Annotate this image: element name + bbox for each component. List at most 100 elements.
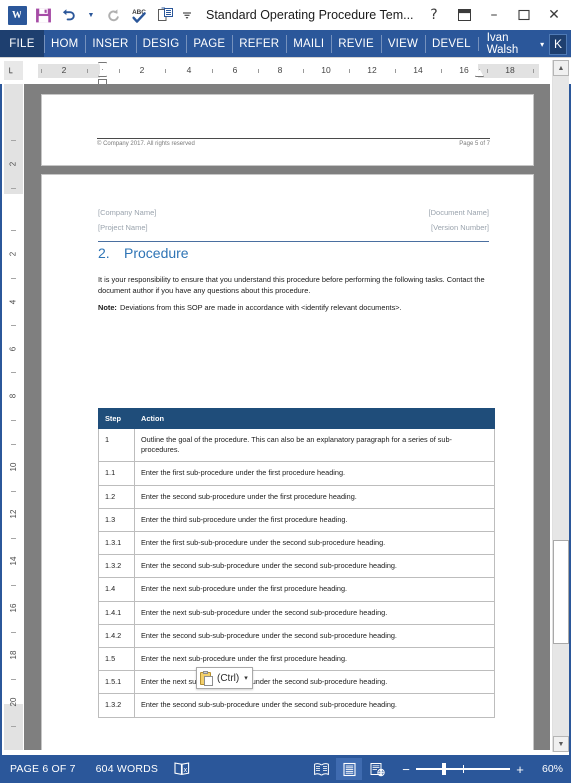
table-row[interactable]: 1.5.1 Enter the next sub-sub-procedure u… — [98, 670, 495, 695]
print-layout-view-button[interactable] — [336, 758, 362, 780]
procedure-table[interactable]: Step Action 1 Outline the goal of the pr… — [98, 408, 495, 718]
table-row[interactable]: 1.3.2 Enter the second sub-sub-procedure… — [98, 554, 495, 579]
zoom-slider[interactable] — [416, 762, 510, 776]
table-row[interactable]: 1.5 Enter the next sub-procedure under t… — [98, 647, 495, 672]
document-canvas[interactable]: © Company 2017. All rights reserved Page… — [24, 84, 550, 750]
cell-action[interactable]: Enter the second sub-procedure under the… — [134, 484, 495, 509]
table-row[interactable]: 1.2 Enter the second sub-procedure under… — [98, 484, 495, 509]
tab-design[interactable]: DESIG — [135, 30, 187, 58]
word-application-window: W ▼ ABC Standard Operating Procedure Tem… — [0, 0, 571, 783]
heading-number: 2. — [98, 245, 110, 261]
scroll-up-icon[interactable]: ▲ — [553, 60, 569, 76]
print-preview-icon[interactable] — [152, 2, 178, 28]
table-row[interactable]: 1.4.2 Enter the second sub-sub-procedure… — [98, 623, 495, 649]
avatar[interactable]: K — [549, 33, 567, 55]
undo-icon[interactable] — [56, 2, 82, 28]
table-row[interactable]: 1.1 Enter the first sub-procedure under … — [98, 461, 495, 486]
cell-action[interactable]: Enter the third sub-procedure under the … — [134, 507, 495, 533]
scroll-down-icon[interactable]: ▼ — [553, 736, 569, 752]
word-count[interactable]: 604 WORDS — [86, 763, 168, 775]
cell-step[interactable]: 1.3.1 — [98, 531, 135, 556]
tab-mailings[interactable]: MAILI — [286, 30, 331, 58]
cell-action[interactable]: Enter the first sub-sub-procedure under … — [134, 531, 495, 556]
cell-step[interactable]: 1.4 — [98, 577, 135, 602]
tab-view[interactable]: VIEW — [380, 30, 425, 58]
account-name[interactable]: Ivan Walsh — [477, 32, 538, 56]
svg-text:x: x — [184, 767, 188, 774]
zoom-percent[interactable]: 60% — [535, 763, 563, 775]
ruler-number: 14 — [413, 65, 423, 75]
table-row[interactable]: 1.4 Enter the next sub-procedure under t… — [98, 577, 495, 602]
cell-step[interactable]: 1 — [98, 427, 135, 463]
scroll-thumb[interactable] — [553, 540, 569, 644]
cell-action[interactable]: Enter the next sub-procedure under the f… — [134, 647, 495, 672]
cell-action[interactable]: Enter the first sub-procedure under the … — [134, 461, 495, 486]
horizontal-ruler[interactable]: 2 2 4 6 8 10 12 14 16 18 — [38, 62, 539, 86]
cell-step[interactable]: 1.3.2 — [98, 554, 135, 579]
tab-file[interactable]: FILE — [0, 30, 44, 58]
table-row[interactable]: 1.3.1 Enter the first sub-sub-procedure … — [98, 531, 495, 556]
table-row[interactable]: 1.4.1 Enter the next sub-sub-procedure u… — [98, 600, 495, 625]
scroll-track-lower[interactable] — [553, 644, 569, 736]
document-page-previous[interactable]: © Company 2017. All rights reserved Page… — [41, 94, 534, 166]
cell-action[interactable]: Enter the next sub-sub-procedure under t… — [134, 600, 495, 625]
undo-dropdown-icon[interactable]: ▼ — [82, 2, 100, 28]
table-row[interactable]: 1.3 Enter the third sub-procedure under … — [98, 507, 495, 533]
cell-step[interactable]: 1.3.2 — [98, 693, 135, 718]
table-header-row: Step Action — [98, 408, 495, 429]
cell-step[interactable]: 1.4.2 — [98, 623, 135, 649]
vruler-number: 8 — [8, 393, 18, 399]
tab-review[interactable]: REVIE — [331, 30, 381, 58]
read-mode-view-button[interactable] — [308, 758, 334, 780]
cell-action[interactable]: Enter the next sub-procedure under the f… — [134, 577, 495, 602]
cell-action[interactable]: Enter the second sub-sub-procedure under… — [134, 623, 495, 649]
cell-step[interactable]: 1.1 — [98, 461, 135, 486]
zoom-control[interactable]: − + 60% — [399, 762, 563, 777]
paste-options-button[interactable]: (Ctrl) ▾ — [196, 667, 253, 689]
maximize-restore-button[interactable] — [509, 1, 539, 29]
cell-action[interactable]: Enter the second sub-sub-procedure under… — [134, 554, 495, 579]
web-layout-view-button[interactable] — [364, 758, 390, 780]
cell-action[interactable]: Enter the next sub-sub-procedure under t… — [134, 670, 495, 695]
tab-home[interactable]: HOM — [43, 30, 85, 58]
tab-page-layout[interactable]: PAGE — [186, 30, 232, 58]
cell-action[interactable]: Enter the second sub-sub-procedure under… — [134, 693, 495, 718]
customize-qat-icon[interactable] — [178, 2, 196, 28]
save-icon[interactable] — [30, 2, 56, 28]
ribbon-display-options-button[interactable] — [449, 1, 479, 29]
zoom-in-button[interactable]: + — [513, 762, 527, 777]
zoom-slider-thumb[interactable] — [442, 763, 446, 775]
help-button[interactable]: ? — [419, 1, 449, 29]
cell-step[interactable]: 1.5 — [98, 647, 135, 672]
chevron-down-icon[interactable]: ▾ — [244, 674, 248, 682]
vertical-scrollbar[interactable]: ▲ ▼ — [552, 60, 569, 752]
status-bar-right: − + 60% — [307, 758, 571, 780]
tab-references[interactable]: REFER — [232, 30, 286, 58]
window-left-border — [0, 58, 2, 755]
cell-step[interactable]: 1.3 — [98, 507, 135, 533]
redo-icon[interactable] — [100, 2, 126, 28]
scroll-track-upper[interactable] — [553, 76, 569, 540]
zoom-out-button[interactable]: − — [399, 762, 413, 777]
vruler-margin-top — [4, 84, 23, 194]
vruler-number: 6 — [8, 346, 18, 352]
cell-step[interactable]: 1.5.1 — [98, 670, 135, 695]
cell-step[interactable]: 1.2 — [98, 484, 135, 509]
vertical-ruler[interactable]: 2 2 4 6 8 10 12 14 16 18 20 — [4, 84, 23, 750]
page-status[interactable]: PAGE 6 OF 7 — [0, 763, 86, 775]
chevron-down-icon[interactable]: ▾ — [540, 40, 544, 49]
cell-step[interactable]: 1.4.1 — [98, 600, 135, 625]
spelling-icon[interactable]: ABC — [126, 2, 152, 28]
page-title: Procedure — [124, 245, 189, 261]
tab-stop-selector-button[interactable]: └ — [4, 61, 23, 80]
word-logo-icon[interactable]: W — [4, 2, 30, 28]
cell-action[interactable]: Outline the goal of the procedure. This … — [134, 427, 495, 463]
tab-insert[interactable]: INSER — [85, 30, 135, 58]
table-row[interactable]: 1 Outline the goal of the procedure. Thi… — [98, 427, 495, 463]
proofing-errors-icon[interactable]: x — [172, 761, 192, 777]
close-button[interactable]: ✕ — [539, 1, 569, 29]
tab-developer[interactable]: DEVEL — [425, 30, 478, 58]
document-page-current[interactable]: [Company Name] [Project Name] [Document … — [41, 174, 534, 750]
table-row[interactable]: 1.3.2 Enter the second sub-sub-procedure… — [98, 693, 495, 718]
minimize-button[interactable]: – — [479, 1, 509, 29]
